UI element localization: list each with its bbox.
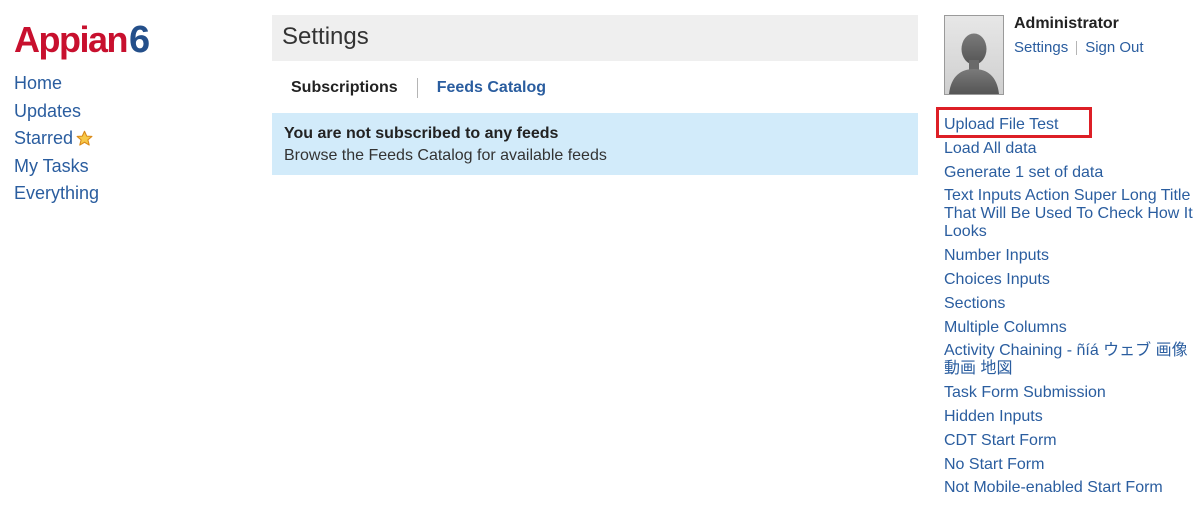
action-task-form-submission[interactable]: Task Form Submission xyxy=(944,384,1194,402)
avatar[interactable] xyxy=(944,15,1004,95)
page-title: Settings xyxy=(282,23,369,50)
action-generate-data[interactable]: Generate 1 set of data xyxy=(944,164,1194,182)
nav-home[interactable]: Home xyxy=(14,70,99,98)
user-links: Settings Sign Out xyxy=(1014,39,1144,57)
user-links-divider xyxy=(1076,41,1078,55)
nav-everything-label[interactable]: Everything xyxy=(14,180,99,208)
settings-tabs: Subscriptions Feeds Catalog xyxy=(272,76,565,100)
user-silhouette-icon xyxy=(949,33,999,94)
no-subscriptions-notice: You are not subscribed to any feeds Brow… xyxy=(272,113,918,175)
nav-my-tasks[interactable]: My Tasks xyxy=(14,153,99,181)
action-number-inputs[interactable]: Number Inputs xyxy=(944,247,1194,265)
action-text-inputs[interactable]: Text Inputs Action Super Long Title That… xyxy=(944,187,1194,241)
page-header: Settings xyxy=(272,15,918,61)
user-name: Administrator xyxy=(1014,15,1119,32)
nav-home-label[interactable]: Home xyxy=(14,70,62,98)
tab-feeds-catalog[interactable]: Feeds Catalog xyxy=(418,76,565,100)
actions-list: Upload File Test Load All data Generate … xyxy=(944,116,1194,503)
action-multiple-columns[interactable]: Multiple Columns xyxy=(944,319,1194,337)
logo-text: Appian xyxy=(14,19,129,60)
notice-title: You are not subscribed to any feeds xyxy=(284,125,559,142)
action-choices-inputs[interactable]: Choices Inputs xyxy=(944,271,1194,289)
nav-starred-label[interactable]: Starred xyxy=(14,125,73,153)
settings-link[interactable]: Settings xyxy=(1014,39,1068,57)
action-activity-chaining[interactable]: Activity Chaining - ñíá ウェブ 画像 動画 地図 xyxy=(944,342,1194,378)
action-cdt-start-form[interactable]: CDT Start Form xyxy=(944,432,1194,450)
nav-starred[interactable]: Starred xyxy=(14,125,99,153)
nav-updates-label[interactable]: Updates xyxy=(14,98,81,126)
notice-body: Browse the Feeds Catalog for available f… xyxy=(284,147,607,164)
tab-subscriptions[interactable]: Subscriptions xyxy=(272,76,417,100)
star-icon xyxy=(76,130,93,146)
appian-logo[interactable]: Appian 6 xyxy=(14,18,150,62)
action-upload-file-test[interactable]: Upload File Test xyxy=(944,116,1194,134)
action-not-mobile-enabled[interactable]: Not Mobile-enabled Start Form xyxy=(944,479,1194,497)
action-load-all-data[interactable]: Load All data xyxy=(944,140,1194,158)
action-hidden-inputs[interactable]: Hidden Inputs xyxy=(944,408,1194,426)
nav-everything[interactable]: Everything xyxy=(14,180,99,208)
logo-version: 6 xyxy=(129,19,151,61)
action-sections[interactable]: Sections xyxy=(944,295,1194,313)
left-nav: Home Updates Starred My Tasks Everything xyxy=(14,70,99,208)
nav-my-tasks-label[interactable]: My Tasks xyxy=(14,153,89,181)
nav-updates[interactable]: Updates xyxy=(14,98,99,126)
action-no-start-form[interactable]: No Start Form xyxy=(944,456,1194,474)
sign-out-link[interactable]: Sign Out xyxy=(1085,39,1143,57)
